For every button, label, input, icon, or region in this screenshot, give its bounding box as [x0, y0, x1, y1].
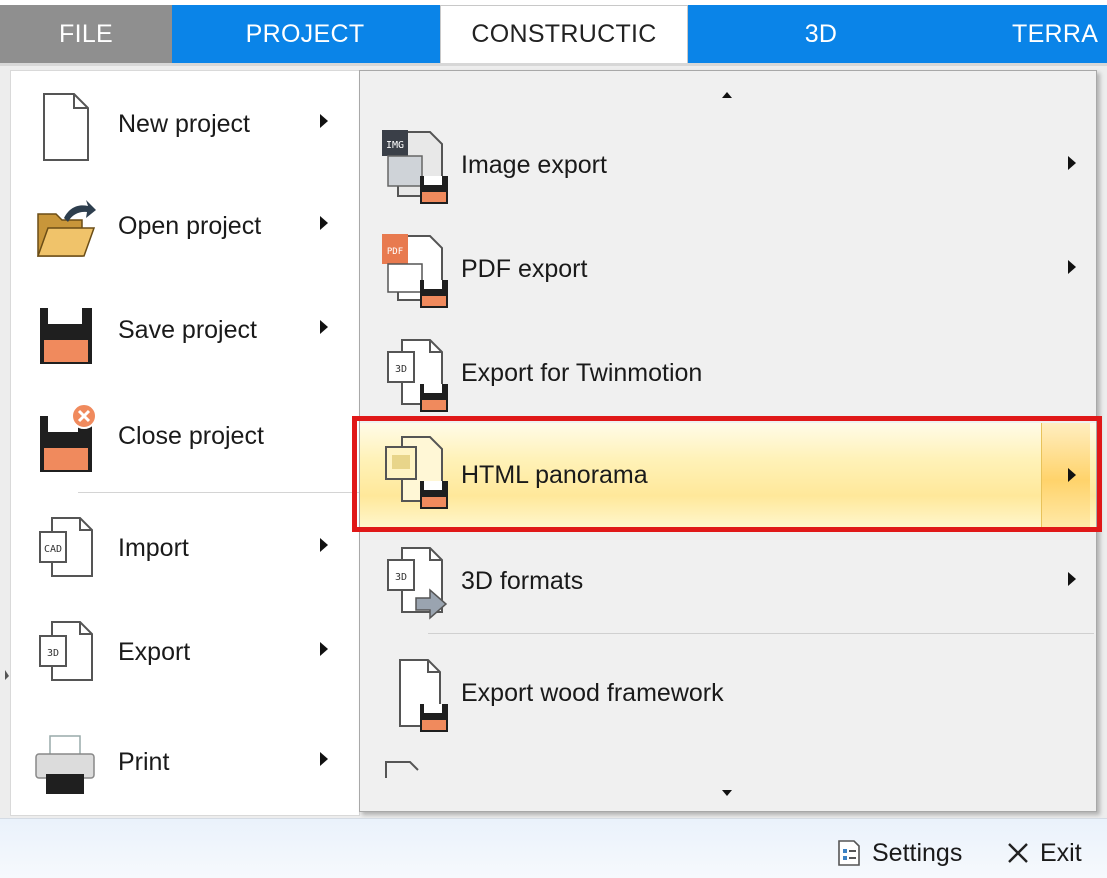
menu-item-open-project[interactable]: Open project — [30, 186, 350, 276]
svg-text:PDF: PDF — [387, 247, 403, 257]
menu-item-label: Print — [118, 748, 170, 776]
menu-item-label: Import — [118, 534, 189, 562]
blank-document-icon — [43, 93, 89, 161]
pdf-export-icon: PDF — [382, 234, 448, 308]
image-export-icon: IMG — [382, 130, 448, 204]
submenu-item-export-wood-framework[interactable]: Export wood framework — [360, 646, 1096, 742]
settings-button[interactable]: Settings — [836, 838, 962, 868]
svg-text:3D: 3D — [395, 572, 407, 583]
wood-framework-icon — [399, 659, 448, 732]
submenu-arrow-icon — [320, 216, 328, 230]
svg-text:3D: 3D — [395, 364, 407, 375]
submenu-item-label: Image export — [461, 151, 607, 179]
tab-construction[interactable]: CONSTRUCTIC — [440, 5, 688, 63]
submenu-item-image-export[interactable]: IMG Image export — [360, 118, 1096, 214]
scroll-down-arrow-icon[interactable] — [722, 790, 732, 796]
close-icon — [1008, 843, 1028, 863]
menu-item-label: Export — [118, 638, 191, 666]
menu-item-label: Open project — [118, 212, 262, 240]
ribbon-tab-bar: FILE PROJECT CONSTRUCTIC 3D TERRA — [0, 5, 1107, 63]
submenu-item-pdf-export[interactable]: PDF PDF export — [360, 222, 1096, 318]
menu-item-close-project[interactable]: Close project — [30, 396, 350, 486]
settings-label: Settings — [872, 838, 963, 867]
menu-item-import[interactable]: CAD Import — [30, 508, 350, 598]
submenu-arrow-icon — [1068, 156, 1076, 170]
import-cad-icon: CAD — [39, 517, 93, 577]
scroll-up-arrow-icon[interactable] — [722, 92, 732, 98]
submenu-arrow-icon — [320, 538, 328, 552]
submenu-arrow-icon — [1068, 260, 1076, 274]
submenu-item-3d-formats[interactable]: 3D 3D formats — [360, 534, 1096, 630]
submenu-arrow-icon — [320, 752, 328, 766]
exit-button[interactable]: Exit — [1006, 838, 1082, 868]
svg-text:CAD: CAD — [44, 544, 62, 555]
tab-file-label: FILE — [59, 19, 113, 48]
menu-separator — [78, 492, 360, 493]
partial-document-icon — [385, 761, 419, 778]
submenu-item-label: Export for Twinmotion — [461, 359, 703, 387]
submenu-item-label: PDF export — [461, 255, 588, 283]
submenu-item-label: 3D formats — [461, 567, 584, 595]
twinmotion-export-icon: 3D — [387, 339, 448, 412]
menu-item-label: New project — [118, 110, 250, 138]
floppy-disk-icon — [40, 308, 92, 364]
submenu-item-label: Export wood framework — [461, 679, 724, 707]
svg-text:3D: 3D — [47, 648, 59, 659]
submenu-arrow-icon — [1068, 572, 1076, 586]
printer-icon — [35, 735, 95, 794]
tab-construction-label: CONSTRUCTIC — [471, 20, 657, 48]
tab-3d-label: 3D — [804, 19, 838, 48]
cursor-fragment-icon — [5, 670, 9, 680]
menu-item-save-project[interactable]: Save project — [30, 290, 350, 380]
submenu-item-export-twinmotion[interactable]: 3D Export for Twinmotion — [360, 326, 1096, 422]
tab-project[interactable]: PROJECT — [172, 5, 438, 63]
submenu-arrow-icon — [320, 642, 328, 656]
settings-icon — [838, 840, 860, 866]
menu-item-label: Save project — [118, 316, 257, 344]
submenu-arrow-icon — [320, 320, 328, 334]
svg-text:IMG: IMG — [386, 140, 404, 151]
tab-terrain-label: TERRA — [1012, 19, 1099, 48]
exit-label: Exit — [1040, 838, 1082, 867]
menu-item-print[interactable]: Print — [30, 722, 350, 812]
tab-3d[interactable]: 3D — [690, 5, 952, 63]
tab-file[interactable]: FILE — [0, 5, 172, 63]
close-project-icon — [40, 403, 96, 472]
menu-item-label: Close project — [118, 422, 264, 450]
panel-top-border — [0, 63, 1107, 66]
submenu-separator — [428, 633, 1094, 634]
3d-formats-icon: 3D — [387, 547, 448, 620]
menu-item-export[interactable]: 3D Export — [30, 612, 350, 702]
tab-terrain[interactable]: TERRA — [952, 5, 1107, 63]
export-3d-icon: 3D — [39, 621, 93, 681]
submenu-arrow-icon — [320, 114, 328, 128]
tab-project-label: PROJECT — [245, 19, 365, 48]
annotation-highlight-box — [352, 416, 1102, 532]
open-folder-icon — [36, 200, 96, 257]
menu-item-new-project[interactable]: New project — [30, 84, 350, 174]
